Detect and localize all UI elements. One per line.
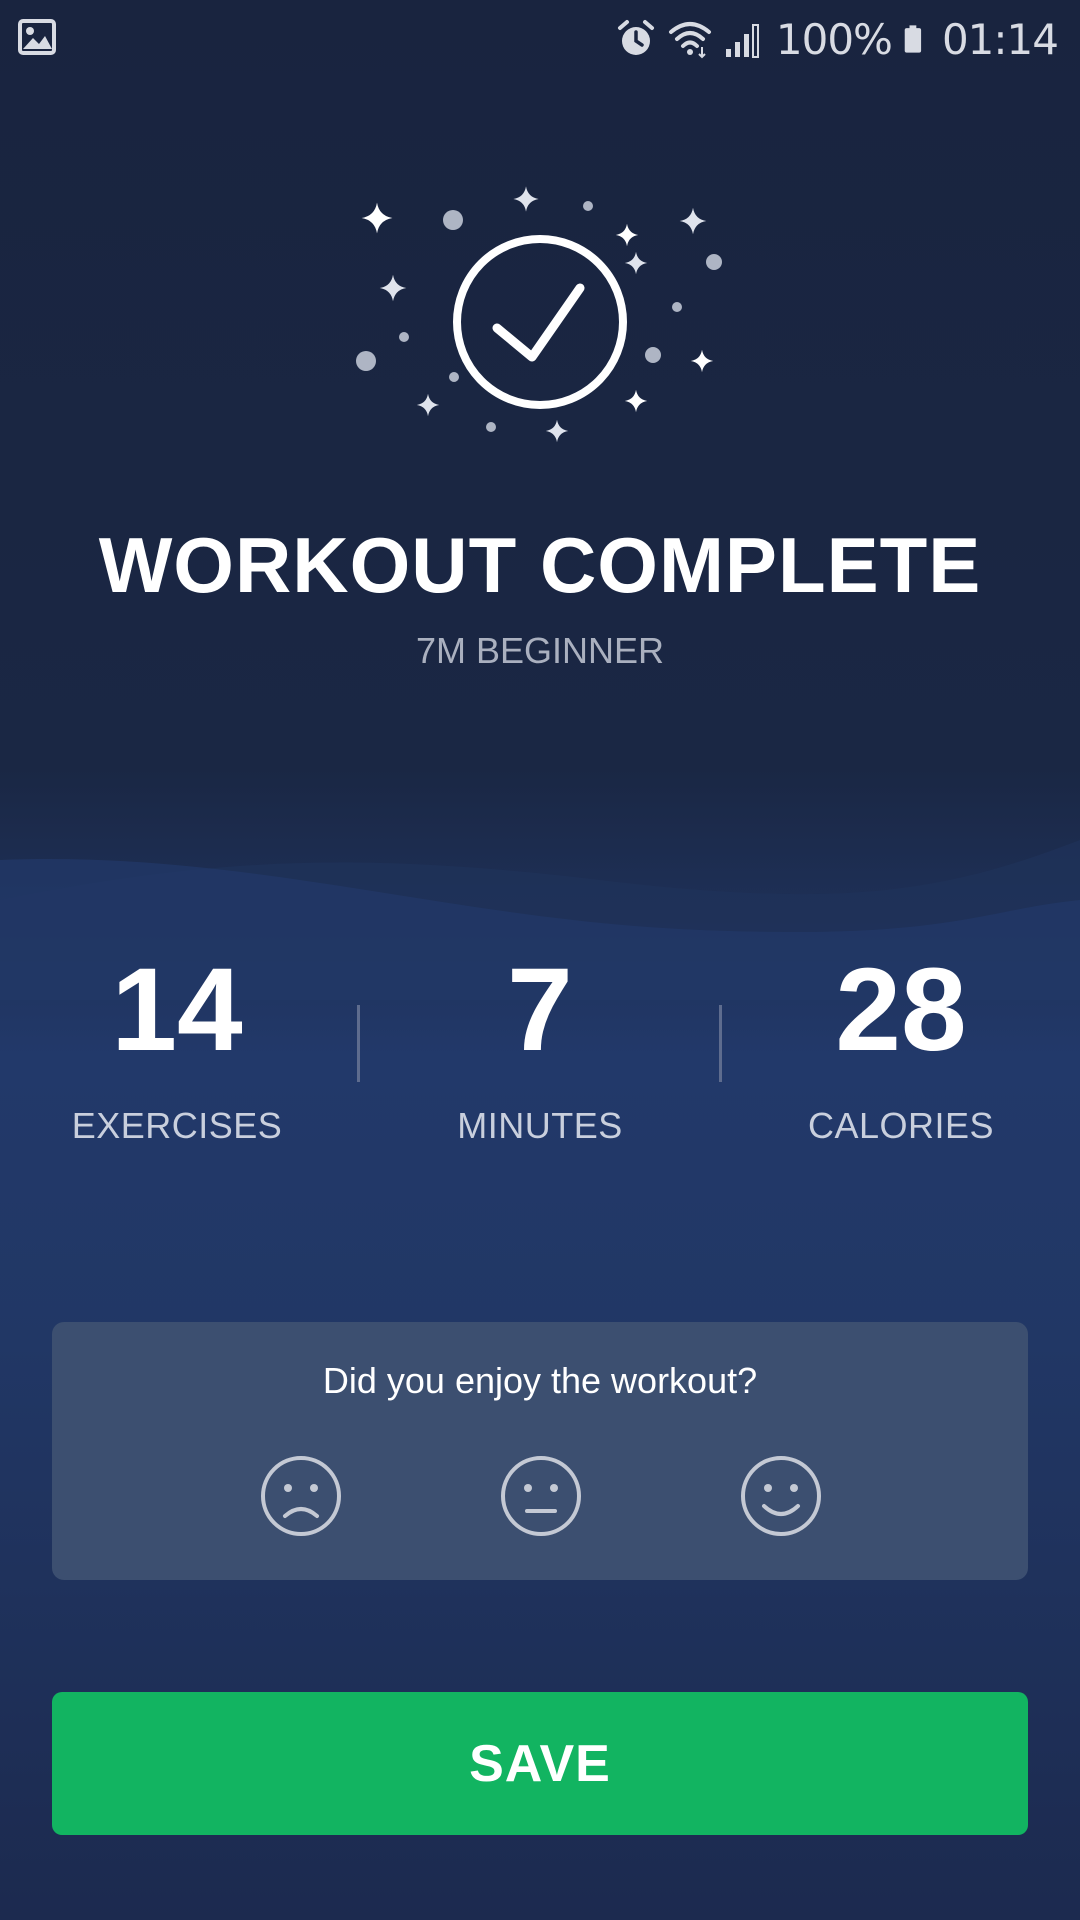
stat-label: CALORIES [807,1105,995,1146]
stat-calories: 28 CALORIES [751,945,1051,1147]
clock: 01:14 [941,14,1059,64]
page-title: WORKOUT COMPLETE [98,521,982,609]
neutral-face-icon[interactable] [499,1454,583,1538]
save-button[interactable]: SAVE [52,1692,1028,1835]
workout-complete-illustration [356,186,722,443]
rating-card: Did you enjoy the workout? [52,1322,1028,1580]
stat-minutes: 7 MINUTES [390,945,690,1147]
wifi-icon [668,22,711,59]
stat-divider [357,1005,360,1082]
stat-value: 7 [507,944,573,1076]
status-indicators: 100% 01:14 [614,12,1059,66]
image-icon [18,19,56,55]
check-circle-icon [453,235,627,409]
status-bar: 100% 01:14 [0,0,1080,78]
stat-label: EXERCISES [71,1105,283,1146]
rating-question: Did you enjoy the workout? [322,1360,758,1401]
stat-exercises: 14 EXERCISES [27,945,327,1147]
stat-divider [719,1005,722,1082]
battery-icon [904,25,922,53]
alarm-icon [617,20,654,55]
stat-value: 14 [111,944,243,1076]
signal-icon [725,24,759,58]
sad-face-icon[interactable] [259,1454,343,1538]
happy-face-icon[interactable] [739,1454,823,1538]
stat-value: 28 [835,944,967,1076]
workout-stats: 14 EXERCISES 7 MINUTES 28 CALORIES [0,945,1080,1165]
workout-name: 7M BEGINNER [415,630,665,671]
battery-percent: 100% [775,14,893,64]
stat-label: MINUTES [457,1105,623,1146]
